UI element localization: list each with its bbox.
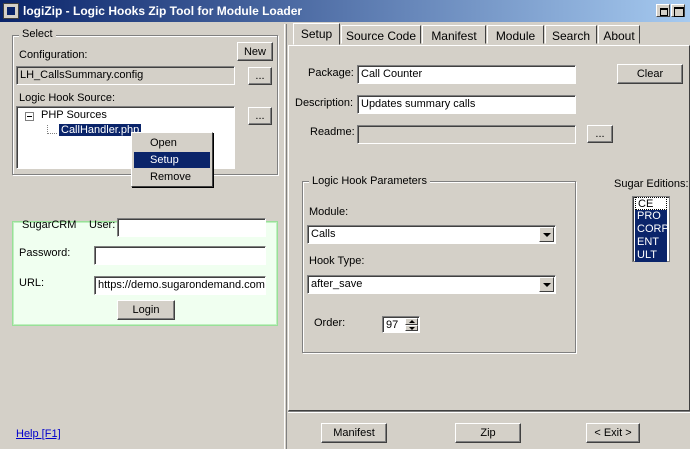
clear-button[interactable]: Clear [617, 64, 683, 84]
user-label: User: [89, 219, 116, 231]
stepper-up-icon[interactable] [405, 318, 418, 325]
chevron-down-icon[interactable] [539, 277, 554, 292]
window-title: logiZip - Logic Hooks Zip Tool for Modul… [23, 4, 303, 18]
order-stepper[interactable]: 97 [382, 316, 420, 333]
context-menu: Open Setup Remove [131, 132, 213, 187]
sugar-editions-label: Sugar Editions: [614, 178, 689, 190]
edition-corp[interactable]: CORP [635, 223, 669, 236]
tab-about[interactable]: About [598, 25, 640, 44]
description-field[interactable]: Updates summary calls [357, 95, 576, 114]
tab-source-code[interactable]: Source Code [341, 25, 421, 44]
manifest-button[interactable]: Manifest [321, 423, 387, 443]
edition-ult[interactable]: ULT [635, 249, 667, 262]
tree-connector [47, 125, 57, 134]
module-label: Module: [309, 206, 349, 218]
exit-button[interactable]: < Exit > [586, 423, 640, 443]
stepper-buttons [405, 318, 418, 331]
zip-button[interactable]: Zip [455, 423, 521, 443]
package-field[interactable]: Call Counter [357, 65, 576, 84]
url-label: URL: [19, 277, 45, 289]
tab-setup[interactable]: Setup [293, 23, 340, 45]
edition-ent[interactable]: ENT [635, 236, 667, 249]
configuration-field[interactable]: LH_CallsSummary.config [16, 66, 235, 85]
context-menu-remove[interactable]: Remove [134, 169, 210, 185]
module-select-value: Calls [311, 228, 336, 240]
readme-browse-button[interactable]: ... [587, 125, 613, 143]
chevron-down-icon[interactable] [539, 227, 554, 242]
configuration-browse-button[interactable]: ... [248, 67, 272, 85]
select-group-label: Select [19, 28, 56, 40]
login-button[interactable]: Login [117, 300, 175, 320]
password-label: Password: [19, 247, 71, 259]
description-label: Description: [295, 97, 354, 109]
hook-type-label: Hook Type: [309, 255, 365, 267]
stepper-down-icon[interactable] [405, 325, 418, 331]
splitter[interactable] [284, 24, 287, 449]
tab-manifest[interactable]: Manifest [422, 25, 486, 44]
source-browse-button[interactable]: ... [248, 107, 272, 125]
title-bar: logiZip - Logic Hooks Zip Tool for Modul… [0, 0, 690, 22]
readme-label: Readme: [310, 126, 355, 138]
configuration-label: Configuration: [19, 49, 88, 61]
user-field[interactable] [117, 218, 266, 237]
bottom-separator [288, 411, 690, 413]
restore-button[interactable] [656, 4, 670, 17]
context-menu-open[interactable]: Open [134, 135, 210, 151]
order-label: Order: [314, 317, 346, 329]
package-label: Package: [308, 67, 354, 79]
app-icon [3, 3, 19, 19]
logic-hook-parameters-label: Logic Hook Parameters [309, 175, 430, 187]
tree-item-callhandler[interactable]: CallHandler.php [59, 124, 142, 136]
url-field[interactable]: https://demo.sugarondemand.com [94, 276, 266, 295]
maximize-button[interactable] [671, 4, 685, 17]
password-field[interactable] [94, 246, 266, 265]
module-select[interactable]: Calls [307, 225, 556, 244]
hook-type-select-value: after_save [311, 278, 363, 290]
sugar-editions-list[interactable]: CE PRO CORP ENT ULT [632, 196, 670, 262]
hook-type-select[interactable]: after_save [307, 275, 556, 294]
context-menu-setup[interactable]: Setup [134, 152, 210, 168]
sugarcrm-label: SugarCRM [22, 219, 77, 231]
collapse-icon[interactable] [25, 112, 34, 121]
help-link[interactable]: Help [F1] [16, 428, 61, 440]
logic-hook-source-label: Logic Hook Source: [19, 92, 115, 104]
order-value: 97 [386, 319, 399, 331]
edition-ce[interactable]: CE [635, 197, 667, 210]
edition-pro[interactable]: PRO [635, 210, 667, 223]
tab-module[interactable]: Module [487, 25, 544, 44]
new-button[interactable]: New [237, 42, 273, 61]
readme-field[interactable] [357, 125, 576, 144]
tab-search[interactable]: Search [545, 25, 597, 44]
tree-root-php-sources[interactable]: PHP Sources [41, 109, 107, 121]
